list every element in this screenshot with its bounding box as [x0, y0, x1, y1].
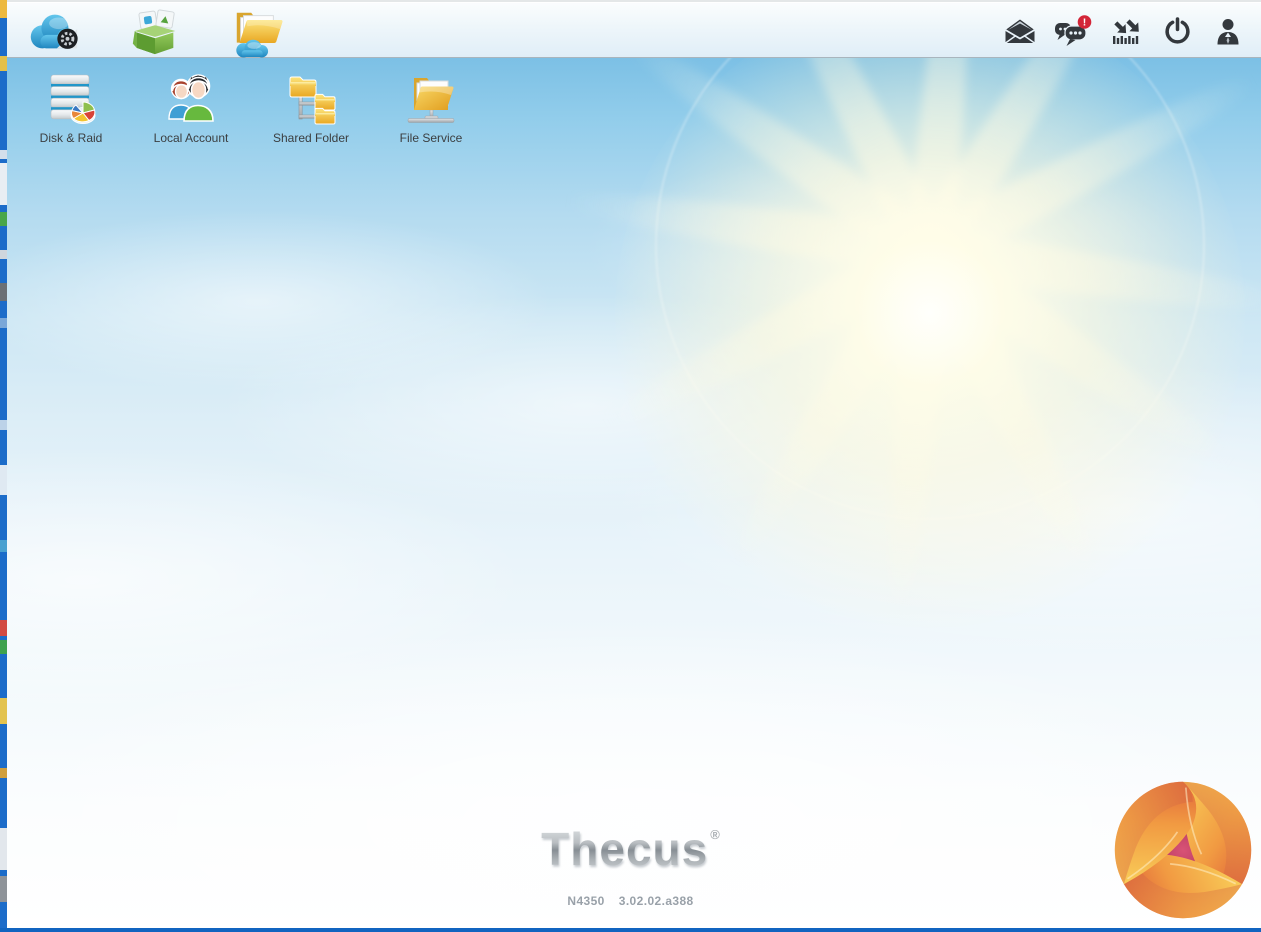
- shortcut-local-account[interactable]: Local Account: [139, 72, 243, 145]
- disk-raid-icon: [50, 74, 96, 124]
- shortcut-label: Local Account: [153, 131, 229, 145]
- power-icon: [1164, 16, 1190, 44]
- firmware-version: N4350 3.02.02.a388: [0, 894, 1261, 908]
- background-window-sliver: [0, 0, 7, 932]
- mail-icon: [1005, 19, 1035, 44]
- shortcut-file-service[interactable]: File Service: [379, 72, 483, 145]
- file-center-button[interactable]: [227, 4, 287, 60]
- shortcut-label: File Service: [399, 131, 463, 145]
- messages-button[interactable]: [1003, 13, 1037, 49]
- sun: [615, 58, 1245, 628]
- control-panel-button[interactable]: [23, 4, 83, 60]
- app-box-icon: [132, 9, 176, 55]
- user-icon: [1217, 18, 1239, 44]
- notification-badge: !: [1083, 17, 1087, 29]
- toolbar-status-group: !: [1003, 2, 1245, 60]
- account-button[interactable]: [1211, 13, 1245, 49]
- shortcut-disk-raid[interactable]: Disk & Raid: [19, 72, 123, 145]
- notifications-button[interactable]: !: [1054, 13, 1092, 49]
- shortcut-shared-folder[interactable]: Shared Folder: [259, 72, 363, 145]
- chat-bubbles-icon: !: [1055, 15, 1092, 46]
- brand-text: Thecus: [541, 823, 709, 875]
- desktop-wallpaper: [7, 58, 1261, 928]
- shortcut-label: Shared Folder: [272, 131, 350, 145]
- desktop-icon-row: Disk & Raid Local Account Shared Folder …: [19, 72, 483, 145]
- model-number: N4350: [567, 894, 605, 908]
- brand-wordmark: Thecus ®: [0, 822, 1261, 876]
- shortcut-label: Disk & Raid: [39, 131, 103, 145]
- top-toolbar: !: [7, 0, 1261, 58]
- toolbar-launcher-group: [23, 4, 287, 60]
- system-status-button[interactable]: [1109, 13, 1143, 49]
- shared-folder-icon: [289, 76, 336, 125]
- registered-trademark: ®: [710, 827, 720, 842]
- folder-cloud-icon: [236, 12, 283, 58]
- power-button[interactable]: [1160, 13, 1194, 49]
- app-center-button[interactable]: [125, 4, 185, 60]
- cloud-gear-icon: [30, 14, 78, 49]
- thecus-swirl-logo: [1114, 781, 1252, 919]
- version-number: 3.02.02.a388: [618, 894, 694, 908]
- local-account-icon: [168, 74, 214, 122]
- file-service-icon: [407, 78, 455, 123]
- factory-arrows-icon: [1113, 18, 1139, 44]
- bottom-border: [0, 928, 1261, 932]
